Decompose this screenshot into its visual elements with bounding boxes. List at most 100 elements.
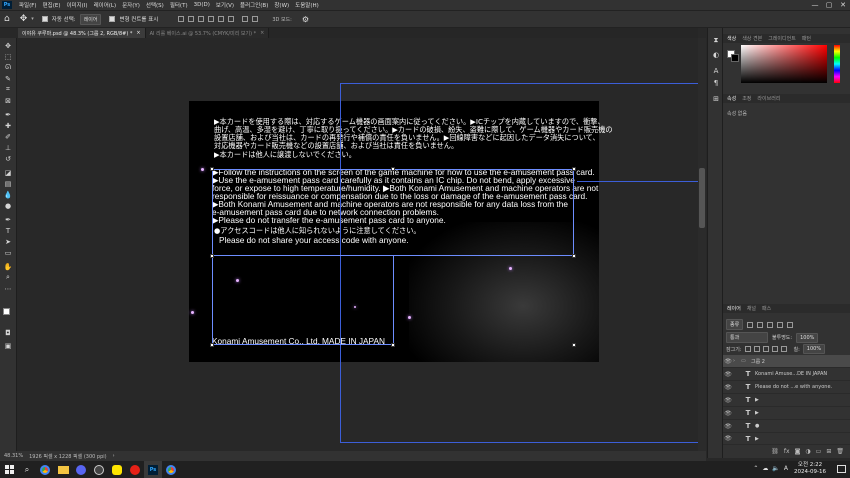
lock-all-icon[interactable] xyxy=(780,346,787,352)
file-explorer-icon[interactable] xyxy=(54,461,72,478)
menu-file[interactable]: 파일(F) xyxy=(16,1,40,9)
menu-layer[interactable]: 레이어(L) xyxy=(91,1,120,9)
layer-row[interactable]: 👁 T ● xyxy=(723,420,850,433)
eraser-tool-icon[interactable]: ◪ xyxy=(3,168,13,177)
align-left-icon[interactable] xyxy=(178,16,185,22)
color-picker-field[interactable] xyxy=(741,45,827,83)
tab-paths[interactable]: 패스 xyxy=(762,305,771,312)
tray-chevron-icon[interactable]: ⌃ xyxy=(753,465,758,472)
path-select-icon[interactable]: ➤ xyxy=(3,237,13,246)
filter-type-icon[interactable] xyxy=(767,321,774,328)
lock-artboard-icon[interactable] xyxy=(771,346,778,352)
network-icon[interactable]: ☁ xyxy=(762,465,768,472)
filter-adjust-icon[interactable] xyxy=(757,321,764,328)
stamp-tool-icon[interactable]: ⊥ xyxy=(3,143,13,152)
transform-handle[interactable] xyxy=(210,343,214,347)
auto-select-checkbox[interactable] xyxy=(41,16,48,22)
adjustments-panel-icon[interactable]: ◐ xyxy=(711,50,721,59)
auto-select-dropdown[interactable]: 레이어 xyxy=(79,13,102,25)
align-bottom-icon[interactable] xyxy=(228,16,235,22)
align-top-icon[interactable] xyxy=(208,16,215,22)
menu-edit[interactable]: 편집(E) xyxy=(40,1,64,9)
layer-row[interactable]: 👁 T ▶ xyxy=(723,394,850,407)
visibility-eye-icon[interactable]: 👁 xyxy=(723,410,733,417)
tab-adjustments[interactable]: 조정 xyxy=(742,95,751,102)
tab-document-1[interactable]: 이야유 쿠루마.psd @ 48.3% (그룹 2, RGB/8#) * × xyxy=(18,28,146,38)
new-layer-icon[interactable]: ⊞ xyxy=(826,448,831,455)
screen-mode-icon[interactable]: ▣ xyxy=(3,341,13,350)
speaker-icon[interactable]: 🔈 xyxy=(772,465,779,472)
transform-controls-checkbox[interactable] xyxy=(109,16,116,22)
visibility-eye-icon[interactable]: 👁 xyxy=(723,423,733,430)
obs-icon[interactable] xyxy=(90,461,108,478)
move-tool-icon[interactable]: ✥ xyxy=(3,41,13,50)
filter-smart-icon[interactable] xyxy=(787,321,794,328)
transform-bounding-box[interactable] xyxy=(212,169,574,256)
layer-kind-filter[interactable]: 종류 xyxy=(726,319,744,330)
paragraph-panel-icon[interactable]: ¶ xyxy=(711,78,721,87)
link-icon[interactable]: ⛓ xyxy=(771,448,779,455)
layer-row[interactable]: 👁 › ▭ 그룹 2 xyxy=(723,355,850,368)
align-right-icon[interactable] xyxy=(198,16,205,22)
layer-row[interactable]: 👁 T ▶ xyxy=(723,433,850,445)
more-tools-icon[interactable]: ⋯ xyxy=(3,284,13,293)
search-icon[interactable]: ⌕ xyxy=(18,461,36,478)
menu-filter[interactable]: 필터(T) xyxy=(167,1,191,9)
tab-close-icon[interactable]: × xyxy=(260,30,264,36)
chrome-icon-2[interactable] xyxy=(162,461,180,478)
notification-icon[interactable] xyxy=(837,465,846,473)
frame-tool-icon[interactable]: ⊠ xyxy=(3,96,13,105)
gradient-tool-icon[interactable]: ▤ xyxy=(3,179,13,188)
chrome-icon[interactable] xyxy=(36,461,54,478)
menu-help[interactable]: 도움말(H) xyxy=(292,1,322,9)
transform-handle[interactable] xyxy=(210,254,214,258)
fill-input[interactable]: 100% xyxy=(802,344,826,354)
layer-row[interactable]: 👁 T Please do not ...e with anyone. xyxy=(723,381,850,394)
crop-tool-icon[interactable]: ⌗ xyxy=(3,85,13,94)
gear-icon[interactable]: ⚙ xyxy=(302,15,309,24)
transform-handle[interactable] xyxy=(572,254,576,258)
lock-pixels-icon[interactable] xyxy=(753,346,760,352)
youtube-icon[interactable] xyxy=(126,461,144,478)
trash-icon[interactable]: 🗑 xyxy=(836,448,844,455)
transform-handle[interactable] xyxy=(391,167,395,171)
menu-window[interactable]: 창(W) xyxy=(271,1,292,9)
history-panel-icon[interactable]: ⧗ xyxy=(711,36,721,45)
transform-handle[interactable] xyxy=(572,167,576,171)
menu-select[interactable]: 선택(S) xyxy=(143,1,167,9)
marquee-tool-icon[interactable]: ⬚ xyxy=(3,52,13,61)
visibility-eye-icon[interactable]: 👁 xyxy=(723,371,733,378)
chevron-down-icon[interactable]: › xyxy=(733,358,741,364)
lock-transparent-icon[interactable] xyxy=(744,346,751,352)
align-middle-icon[interactable] xyxy=(218,16,225,22)
tab-gradients[interactable]: 그레이디언트 xyxy=(768,35,796,42)
tab-patterns[interactable]: 패턴 xyxy=(802,35,811,42)
menu-plugins[interactable]: 플러그인(B) xyxy=(237,1,271,9)
visibility-eye-icon[interactable]: 👁 xyxy=(723,358,733,365)
minimize-button[interactable]: — xyxy=(808,0,822,10)
menu-image[interactable]: 이미지(I) xyxy=(63,1,90,9)
pen-tool-icon[interactable]: ✒ xyxy=(3,215,13,224)
tab-libraries[interactable]: 라이브러리 xyxy=(757,95,780,102)
home-icon[interactable]: ⌂ xyxy=(4,14,10,24)
blur-tool-icon[interactable]: 💧 xyxy=(3,190,13,199)
eyedropper-tool-icon[interactable]: ✒ xyxy=(3,110,13,119)
zoom-tool-icon[interactable]: ⌕ xyxy=(3,273,13,282)
photoshop-taskbar-icon[interactable]: Ps xyxy=(144,461,162,478)
filter-pixel-icon[interactable] xyxy=(747,321,754,328)
transform-handle[interactable] xyxy=(391,343,395,347)
visibility-eye-icon[interactable]: 👁 xyxy=(723,397,733,404)
hand-tool-icon[interactable]: ✋ xyxy=(3,262,13,271)
healing-tool-icon[interactable]: ✚ xyxy=(3,121,13,130)
zoom-level[interactable]: 48.31% xyxy=(4,453,23,459)
align-center-icon[interactable] xyxy=(188,16,195,22)
history-brush-icon[interactable]: ↺ xyxy=(3,154,13,163)
color-bg-swatch[interactable] xyxy=(731,54,739,62)
quick-mask-icon[interactable]: ◘ xyxy=(3,328,13,337)
tab-document-2[interactable]: AI 리롤 베이스.ai @ 53.7% (CMYK/미리 보기) * × xyxy=(145,28,270,38)
dodge-tool-icon[interactable]: ● xyxy=(3,201,13,210)
hue-slider[interactable] xyxy=(834,45,840,83)
menu-type[interactable]: 문자(Y) xyxy=(119,1,143,9)
transform-handle[interactable] xyxy=(210,167,214,171)
filter-shape-icon[interactable] xyxy=(777,321,784,328)
